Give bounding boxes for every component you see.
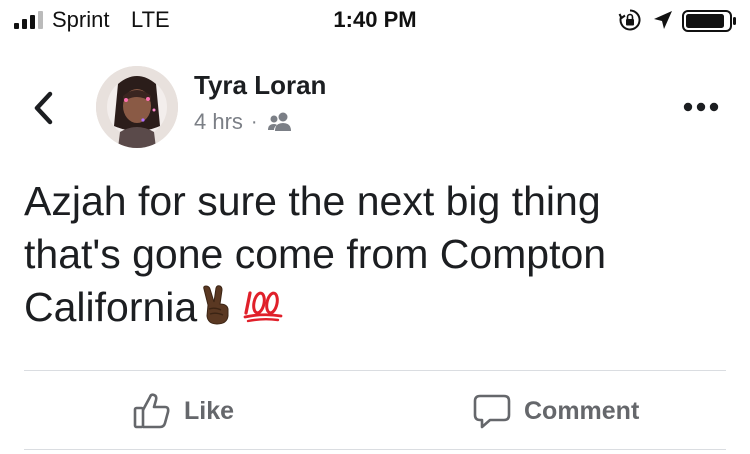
- post-text-line: Azjah for sure the next big thing: [24, 178, 601, 224]
- back-button[interactable]: [28, 88, 60, 128]
- post-screen: Sprint LTE 1:40 PM Tyra Loran 4 hrs · Az…: [0, 0, 750, 454]
- meta-separator: ·: [250, 110, 258, 133]
- post-text-line: California: [24, 284, 198, 330]
- like-label: Like: [184, 396, 235, 425]
- post-meta: 4 hrs ·: [194, 109, 294, 135]
- location-arrow-icon: [654, 11, 672, 29]
- friends-icon[interactable]: [266, 111, 294, 133]
- comment-bubble-icon: [473, 394, 511, 429]
- battery-icon: [682, 10, 736, 32]
- thumbs-up-icon: [133, 393, 170, 429]
- author-name[interactable]: Tyra Loran: [194, 70, 326, 101]
- post-text-line-last: California: [24, 281, 724, 334]
- post-text-line: that's gone come from Compton: [24, 231, 607, 277]
- like-button[interactable]: Like: [132, 390, 234, 432]
- comment-label: Comment: [524, 396, 640, 425]
- rotation-lock-icon: [618, 9, 641, 31]
- action-bar-divider-bottom: [24, 449, 726, 450]
- post-timestamp[interactable]: 4 hrs: [194, 109, 243, 135]
- comment-button[interactable]: Comment: [472, 390, 639, 432]
- hundred-points-emoji-icon: [243, 291, 283, 323]
- avatar-photo: [96, 66, 178, 148]
- author-avatar[interactable]: [96, 66, 178, 148]
- peace-sign-emoji-icon: [203, 285, 229, 325]
- action-bar-divider-top: [24, 370, 726, 371]
- status-bar: Sprint LTE 1:40 PM: [0, 0, 750, 40]
- more-options-icon[interactable]: [682, 100, 720, 114]
- post-text: Azjah for sure the next big thing that's…: [24, 175, 724, 334]
